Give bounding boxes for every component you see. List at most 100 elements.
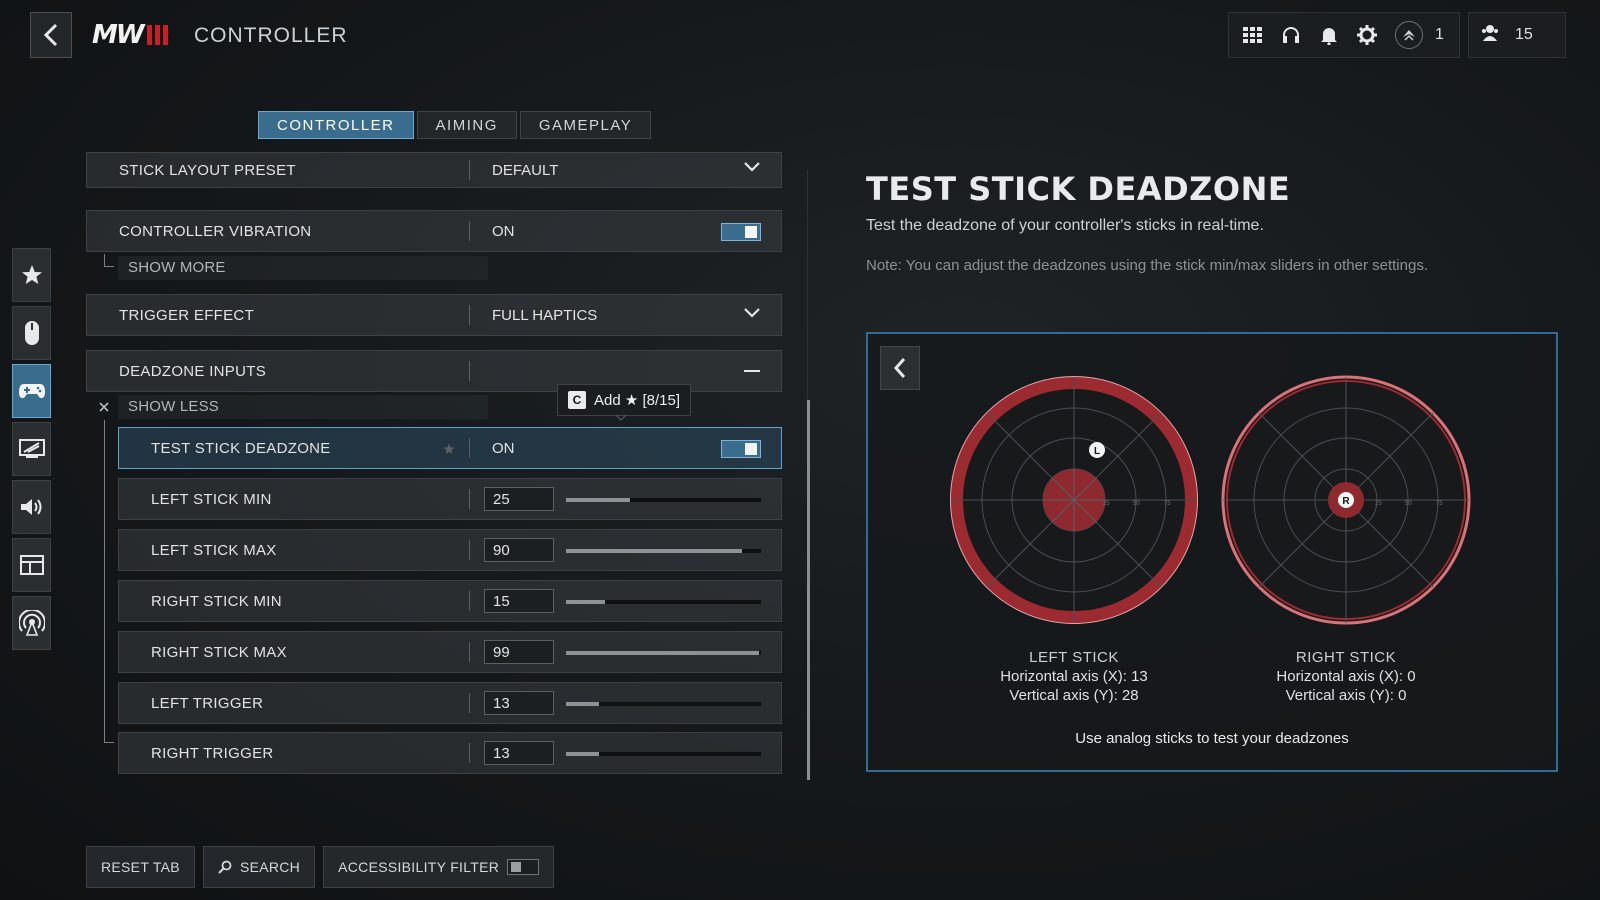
display-icon	[18, 439, 45, 458]
left-stick-min-row[interactable]: LEFT STICK MIN 25	[118, 478, 782, 520]
left-stick-min-slider[interactable]	[566, 498, 761, 502]
gear-icon[interactable]	[1357, 25, 1377, 45]
favorite-star-icon[interactable]	[443, 443, 455, 455]
tooltip-text: Add ★ [8/15]	[594, 392, 681, 409]
logo-bars	[146, 25, 168, 45]
panel-title: TEST STICK DEADZONE	[866, 170, 1291, 208]
headset-icon[interactable]	[1281, 25, 1301, 45]
reset-tab-button[interactable]: RESET TAB	[86, 846, 195, 888]
sidebar-item-audio[interactable]	[12, 480, 51, 534]
right-trigger-slider[interactable]	[566, 752, 761, 756]
accessibility-filter-toggle[interactable]	[507, 859, 540, 875]
left-trigger-row[interactable]: LEFT TRIGGER 13	[118, 682, 782, 724]
mouse-icon	[24, 321, 39, 345]
panel-footer-hint: Use analog sticks to test your deadzones	[1075, 730, 1349, 747]
tooltip-arrow-icon	[615, 415, 627, 421]
ring-label-25: 25	[1375, 501, 1382, 507]
right-trigger-input[interactable]: 13	[484, 741, 554, 765]
left-trigger-input[interactable]: 13	[484, 691, 554, 715]
game-logo: MW	[92, 20, 168, 50]
back-button[interactable]	[30, 12, 72, 58]
right-stick-min-slider[interactable]	[566, 600, 761, 604]
rank-icon	[1395, 21, 1423, 49]
right-stick-visual: 25 50 75 R	[1221, 375, 1471, 625]
sidebar-item-favorites[interactable]	[12, 248, 51, 302]
network-icon	[18, 610, 45, 636]
search-icon	[218, 860, 232, 874]
left-stick-min-input[interactable]: 25	[484, 487, 554, 511]
right-stick-min-row[interactable]: RIGHT STICK MIN 15	[118, 580, 782, 622]
star-icon	[21, 265, 42, 284]
stick-layout-value: DEFAULT	[492, 161, 559, 179]
left-stick-max-row[interactable]: LEFT STICK MAX 90	[118, 529, 782, 571]
right-stick-info: RIGHT STICK Horizontal axis (X): 0 Verti…	[1246, 648, 1446, 705]
right-stick-horizontal: Horizontal axis (X): 0	[1276, 668, 1416, 685]
left-stick-marker-label: L	[1094, 446, 1100, 457]
right-stick-max-row[interactable]: RIGHT STICK MAX 99	[118, 631, 782, 673]
accessibility-filter-button[interactable]: ACCESSIBILITY FILTER	[323, 846, 555, 888]
chevron-down-icon	[744, 162, 760, 172]
vibration-toggle[interactable]	[721, 223, 761, 241]
right-stick-max-slider[interactable]	[566, 651, 761, 655]
sidebar-item-interface[interactable]	[12, 538, 51, 592]
ring-label-75: 75	[1436, 501, 1443, 507]
grid-icon[interactable]	[1243, 25, 1263, 45]
left-trigger-slider[interactable]	[566, 702, 761, 706]
add-favorite-tooltip: C Add ★ [8/15]	[557, 384, 692, 416]
test-stick-toggle[interactable]	[721, 440, 761, 458]
right-stick-vertical: Vertical axis (Y): 0	[1285, 687, 1407, 704]
chevron-left-icon	[893, 358, 906, 378]
rank-count: 1	[1435, 26, 1444, 43]
bottom-action-bar: RESET TAB SEARCH ACCESSIBILITY FILTER	[86, 846, 555, 888]
party-count: 15	[1515, 26, 1533, 43]
tab-gameplay[interactable]: GAMEPLAY	[519, 111, 652, 139]
sidebar-item-network[interactable]	[12, 596, 51, 650]
left-stick-visual: 25 50 75 L	[950, 376, 1198, 624]
ring-label-50: 50	[1405, 501, 1412, 507]
ring-label-25: 25	[1103, 501, 1110, 507]
left-stick-horizontal: Horizontal axis (X): 13	[1000, 668, 1148, 685]
scrollbar[interactable]	[807, 400, 810, 780]
rank-indicator[interactable]: 1	[1395, 21, 1444, 49]
sidebar-item-controller[interactable]	[12, 364, 51, 418]
party-indicator[interactable]: 15	[1468, 12, 1566, 58]
right-stick-min-input[interactable]: 15	[484, 589, 554, 613]
right-trigger-row[interactable]: RIGHT TRIGGER 13	[118, 732, 782, 774]
key-prompt-c: C	[568, 391, 586, 409]
ring-label-50: 50	[1133, 501, 1140, 507]
trigger-effect-value: FULL HAPTICS	[492, 306, 598, 324]
left-stick-max-slider[interactable]	[566, 549, 761, 553]
sidebar-item-graphics[interactable]	[12, 422, 51, 476]
right-stick-max-input[interactable]: 99	[484, 640, 554, 664]
trigger-effect-row[interactable]: TRIGGER EFFECT FULL HAPTICS	[86, 294, 782, 336]
settings-tabs: CONTROLLER AIMING GAMEPLAY	[258, 111, 652, 139]
left-stick-info: LEFT STICK Horizontal axis (X): 13 Verti…	[974, 648, 1174, 705]
chevron-left-icon	[43, 23, 58, 47]
show-less-link[interactable]: SHOW LESS	[128, 398, 219, 415]
panel-note: Note: You can adjust the deadzones using…	[866, 257, 1428, 274]
top-utility-bar: 1	[1228, 12, 1460, 58]
close-icon[interactable]	[98, 401, 110, 413]
deadzone-test-panel: 25 50 75 L 25 50 75 R LEFT STICK Horizon…	[866, 332, 1558, 772]
chevron-down-icon	[744, 308, 760, 318]
ring-label-75: 75	[1164, 501, 1171, 507]
panel-description: Test the deadzone of your controller's s…	[866, 217, 1264, 234]
stick-layout-preset-row[interactable]: STICK LAYOUT PRESET DEFAULT	[86, 152, 782, 188]
search-button[interactable]: SEARCH	[202, 846, 316, 888]
speaker-icon	[20, 499, 41, 515]
category-sidebar	[12, 248, 51, 650]
gamepad-icon	[18, 384, 45, 399]
sidebar-item-mouse[interactable]	[12, 306, 51, 360]
bell-icon[interactable]	[1319, 25, 1339, 45]
tab-controller[interactable]: CONTROLLER	[258, 111, 414, 139]
left-stick-vertical: Vertical axis (Y): 28	[1009, 687, 1139, 704]
show-more-link[interactable]: SHOW MORE	[128, 259, 226, 276]
test-stick-deadzone-row[interactable]: TEST STICK DEADZONE ON	[118, 427, 782, 469]
party-icon	[1481, 23, 1499, 48]
controller-vibration-row[interactable]: CONTROLLER VIBRATION ON	[86, 210, 782, 252]
panel-back-button[interactable]	[880, 346, 920, 390]
tab-aiming[interactable]: AIMING	[416, 111, 517, 139]
right-stick-name: RIGHT STICK	[1295, 649, 1397, 666]
right-stick-marker-label: R	[1342, 496, 1350, 507]
left-stick-max-input[interactable]: 90	[484, 538, 554, 562]
